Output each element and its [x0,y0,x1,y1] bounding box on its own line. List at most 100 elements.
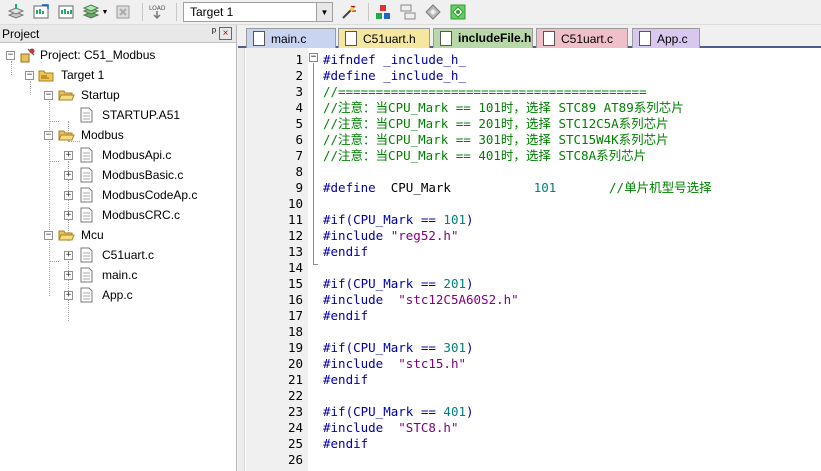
line-number: 8 [295,164,303,179]
expand-icon[interactable]: + [64,151,73,160]
tree-item-label: STARTUP.A51 [102,108,181,122]
expand-icon[interactable]: + [64,251,73,260]
folder-open-icon [58,130,75,141]
editor-gutter [238,48,245,471]
line-number: 12 [287,228,303,243]
fold-margin: − [308,48,320,471]
line-number: 3 [295,84,303,99]
file-icon [80,207,93,223]
tab-label: App.c [657,31,688,46]
download-icon[interactable]: LOAD [147,2,167,22]
collapse-icon[interactable]: − [44,91,53,100]
code-token: #endif [323,244,369,259]
code-token: #include [323,228,391,243]
project-panel-title: Project [2,26,40,41]
ide-window: ▼ LOAD Target 1 ▼ Project ᵖ × − Project:… [0,0,821,471]
select-software-packs-icon[interactable] [448,2,468,22]
line-number: 20 [287,356,303,371]
tab-app-c[interactable]: App.c [632,28,700,48]
code-token: #include [323,356,399,371]
code-token: 301 [443,340,466,355]
code-token: "stc12C5A60S2.h" [398,292,519,307]
chevron-down-icon[interactable]: ▼ [316,3,332,21]
tree-item-label: ModbusCRC.c [102,208,181,222]
collapse-icon[interactable]: − [6,51,15,60]
expand-icon[interactable]: + [64,211,73,220]
folder-open-icon [58,230,75,241]
pack-installer-icon[interactable] [423,2,443,22]
project-icon [20,48,35,63]
code-line: #if(CPU_Mark == 101) [323,212,474,228]
code-token: //注意：当CPU_Mark == 301时，选择 STC15W4K系列芯片 [323,132,669,147]
target-options-icon[interactable] [339,2,359,22]
toolbar: ▼ LOAD Target 1 ▼ [0,0,821,25]
line-number: 7 [295,148,303,163]
code-token: #endif [323,372,369,387]
code-token: //注意：当CPU_Mark == 201时，选择 STC12C5A系列芯片 [323,116,669,131]
collapse-icon[interactable]: − [25,71,34,80]
line-number: 18 [287,324,303,339]
code-area[interactable]: #ifndef _include_h_ #define _include_h_//… [320,48,821,471]
stop-build-icon[interactable] [113,2,133,22]
code-line: #if(CPU_Mark == 301) [323,340,474,356]
line-number: 13 [287,244,303,259]
code-line: //注意：当CPU_Mark == 401时，选择 STC8A系列芯片 [323,148,646,164]
line-number: 1 [295,52,303,67]
tree-item-label: ModbusBasic.c [102,168,184,182]
code-token: //注意：当CPU_Mark == 101时，选择 STC89 AT89系列芯片 [323,100,684,115]
expand-icon[interactable]: + [64,291,73,300]
line-number: 19 [287,340,303,355]
code-token: #endif [323,436,369,451]
batch-build-icon[interactable] [81,2,101,22]
tree-item-label: Target 1 [61,68,105,82]
expand-icon[interactable]: + [64,271,73,280]
build-icon[interactable] [31,2,51,22]
line-number: 14 [287,260,303,275]
tab-main-c[interactable]: main.c [246,28,336,48]
file-extensions-icon[interactable] [398,2,418,22]
expand-icon[interactable]: + [64,191,73,200]
collapse-icon[interactable]: − [44,131,53,140]
code-line: //注意：当CPU_Mark == 101时，选择 STC89 AT89系列芯片 [323,100,684,116]
code-token: 101 [533,180,557,195]
collapse-icon[interactable]: − [44,231,53,240]
tree-item-label: Mcu [81,228,104,242]
code-token: #include [323,292,399,307]
tab-c51uart-c[interactable]: C51uart.c [536,28,628,48]
line-number: 23 [287,404,303,419]
project-panel-header: Project ᵖ × [0,25,236,43]
file-icon [80,147,93,163]
tree-item-label: C51uart.c [102,248,155,262]
target-select[interactable]: Target 1 ▼ [183,2,333,22]
code-line: //======================================… [323,84,647,100]
manage-components-icon[interactable] [373,2,393,22]
file-icon [80,267,93,283]
code-token: #ifndef _include_h_ [323,52,466,67]
tab-includefile-h[interactable]: includeFile.h [433,28,533,48]
rebuild-icon[interactable] [56,2,76,22]
tab-label: C51uart.c [561,31,614,46]
code-token: #define _include_h_ [323,68,466,83]
code-line: #endif [323,436,368,452]
translate-icon[interactable] [6,2,26,22]
file-icon [80,187,93,203]
expand-icon[interactable]: + [64,171,73,180]
line-number: 15 [287,276,303,291]
code-line: #if(CPU_Mark == 201) [323,276,474,292]
file-icon [80,247,93,263]
pin-icon[interactable]: ᵖ [212,26,216,38]
file-icon [80,107,93,123]
code-line: #if(CPU_Mark == 401) [323,404,474,420]
line-number: 11 [287,212,303,227]
fold-collapse-icon[interactable]: − [309,53,318,62]
dropdown-arrow-icon[interactable]: ▼ [101,2,109,22]
code-token: #if(CPU_Mark == [323,404,444,419]
code-editor[interactable]: 1 2 3 4 5 6 7 8 9 10 11 12 13 14 15 16 17 18 19 20 21 22 23 24 2… [238,48,821,471]
line-number: 5 [295,116,303,131]
close-icon[interactable]: × [219,27,232,40]
tab-c51uart-h[interactable]: C51uart.h [338,28,430,48]
code-token: //单片机型号选择 [609,180,712,195]
line-number: 21 [287,372,303,387]
